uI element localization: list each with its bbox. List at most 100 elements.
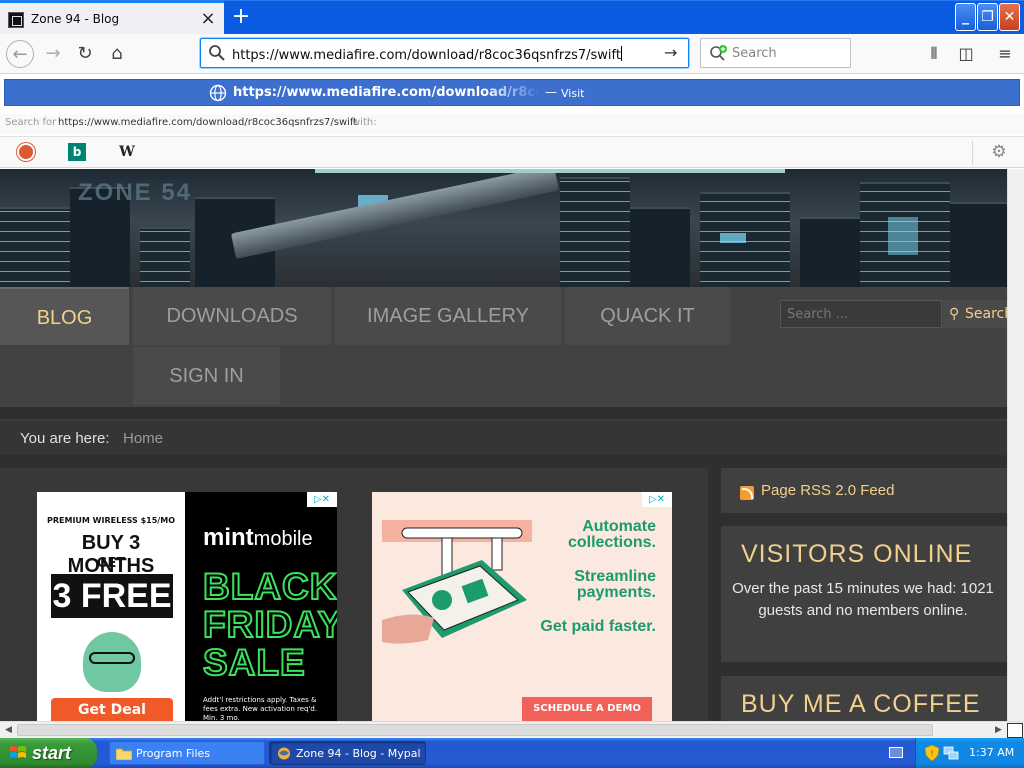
restore-window-button[interactable]: ❐ (977, 3, 998, 31)
home-icon[interactable]: ⌂ (103, 40, 131, 68)
taskbar-item-label: Program Files (136, 747, 211, 760)
nav-item-image-gallery[interactable]: IMAGE GALLERY (335, 287, 561, 345)
svg-text:!: ! (930, 749, 933, 758)
pipes-illustration (382, 520, 532, 644)
start-button[interactable]: start (0, 738, 97, 768)
main-content: PREMIUM WIRELESS $15/MO BUY 3 MONTHS GET… (0, 468, 708, 721)
site-search-placeholder: Search ... (787, 307, 849, 322)
site-search-button[interactable]: ⚲ Search (943, 300, 1007, 328)
ad-fine-print: Addt'l restrictions apply. Taxes & fees … (203, 696, 318, 721)
suggestion-separator: — (545, 85, 557, 99)
magnifier-icon: ⚲ (949, 306, 960, 322)
breadcrumb-home-link[interactable]: Home (123, 430, 163, 447)
search-for-suffix: with: (352, 117, 377, 128)
tab-title: Zone 94 - Blog (31, 12, 120, 26)
site-search-input[interactable]: Search ... (780, 300, 942, 328)
search-bar[interactable]: Search (700, 38, 851, 68)
bing-icon[interactable]: b (68, 143, 86, 161)
schedule-demo-button[interactable]: SCHEDULE A DEMO (522, 697, 652, 721)
automation-ad[interactable]: Automate collections. Streamline payment… (372, 492, 672, 721)
keyboard-icon[interactable] (889, 747, 903, 758)
network-icon[interactable] (943, 745, 959, 761)
new-tab-icon[interactable]: + (229, 5, 253, 29)
security-shield-icon[interactable]: ! (925, 745, 939, 761)
navigation-toolbar: ← → ↻ ⌂ https://www.mediafire.com/downlo… (0, 34, 1024, 74)
nav-item-sign-in[interactable]: SIGN IN (133, 347, 280, 405)
ad-get-text: GET (96, 556, 126, 571)
ad-line-automate: Automate collections. (567, 518, 656, 551)
nav-item-quack-it[interactable]: QUACK IT (565, 287, 730, 345)
nav-item-blog[interactable]: BLOG (0, 287, 129, 345)
visitors-online-title: VISITORS ONLINE (741, 540, 973, 568)
web-page: ZONE 54 BLOG DOWNLOADS IMAGE GALLERY QUA… (0, 169, 1007, 721)
wikipedia-icon[interactable]: W (118, 143, 136, 161)
title-bar: Zone 94 - Blog × + _ ❐ ✕ (0, 0, 1024, 35)
visitors-online-text: Over the past 15 minutes we had: 1021 gu… (732, 580, 994, 619)
sidebar-icon[interactable]: ◫ (956, 44, 976, 64)
sidebar: Page RSS 2.0 Feed VISITORS ONLINE Over t… (709, 468, 1007, 721)
globe-icon (209, 84, 227, 102)
windows-logo-icon (10, 746, 26, 758)
close-tab-icon[interactable]: × (198, 9, 218, 29)
glasses-icon (89, 652, 135, 664)
scroll-left-arrow-icon[interactable]: ◀ (1, 723, 16, 738)
search-for-prefix: Search for (5, 117, 57, 128)
taskbar-item-mypal[interactable]: Zone 94 - Blog - Mypal (269, 741, 426, 765)
url-suggestion-row[interactable]: https://www.mediafire.com/download/r8coc… (4, 79, 1020, 106)
buy-me-a-coffee-title: BUY ME A COFFEE (741, 690, 981, 718)
start-label: start (32, 743, 72, 763)
ad-brand-light: mobile (253, 528, 313, 550)
site-banner: ZONE 54 (0, 169, 1007, 287)
url-bar[interactable]: https://www.mediafire.com/download/r8coc… (200, 38, 689, 68)
system-tray: ! 1:37 AM (889, 738, 1024, 768)
search-engine-add-icon (710, 45, 727, 61)
rss-feed-box: Page RSS 2.0 Feed (721, 468, 1007, 513)
search-icon (209, 45, 225, 61)
go-arrow-icon[interactable]: → (664, 44, 682, 62)
gear-icon[interactable]: ⚙ (989, 142, 1009, 162)
ad-line-streamline: Streamline payments. (574, 568, 656, 601)
ad-line-get-paid: Get paid faster. (540, 618, 656, 635)
search-for-row: Search for https://www.mediafire.com/dow… (0, 114, 1024, 134)
site-search-button-label: Search (965, 306, 1007, 322)
tab-zone94-blog[interactable]: Zone 94 - Blog × (0, 1, 224, 35)
scrollbar-thumb[interactable] (17, 724, 933, 736)
ad-left-panel: PREMIUM WIRELESS $15/MO BUY 3 MONTHS GET… (37, 492, 185, 721)
mint-mobile-ad[interactable]: PREMIUM WIRELESS $15/MO BUY 3 MONTHS GET… (37, 492, 337, 721)
library-icon[interactable]: ⫴ (924, 44, 944, 64)
back-icon[interactable]: ← (6, 40, 34, 68)
duckduckgo-icon[interactable] (17, 143, 35, 161)
site-navigation: BLOG DOWNLOADS IMAGE GALLERY QUACK IT SI… (0, 287, 1007, 407)
close-window-button[interactable]: ✕ (999, 3, 1020, 31)
site-favicon-icon (8, 12, 24, 28)
folder-icon (116, 748, 132, 760)
taskbar: start Program Files Zone 94 - Blog - Myp… (0, 738, 1024, 768)
adchoices-icon[interactable]: ▷✕ (642, 492, 672, 507)
horizontal-scrollbar[interactable]: ◀ ▶ (0, 721, 1024, 738)
hamburger-menu-icon[interactable]: ≡ (995, 44, 1015, 64)
reload-icon[interactable]: ↻ (71, 40, 99, 68)
breadcrumb-label: You are here: (20, 430, 110, 447)
url-input[interactable]: https://www.mediafire.com/download/r8coc… (232, 46, 622, 63)
taskbar-item-program-files[interactable]: Program Files (109, 741, 265, 765)
minimize-window-button[interactable]: _ (955, 3, 976, 31)
vertical-scrollbar[interactable] (1007, 169, 1024, 721)
divider (972, 141, 973, 165)
adchoices-icon[interactable]: ▷✕ (307, 492, 337, 507)
breadcrumb: You are here: Home (0, 419, 1007, 455)
clock: 1:37 AM (969, 746, 1015, 759)
get-deal-button[interactable]: Get Deal (51, 698, 173, 721)
forward-icon[interactable]: → (39, 40, 67, 68)
ad-headline: BUY 3 MONTHS (67, 532, 155, 577)
ad-brand: mintmobile (203, 524, 313, 552)
suggestion-action: Visit (561, 87, 585, 100)
ad-promo-text: PREMIUM WIRELESS $15/MO (47, 516, 175, 525)
nav-item-downloads[interactable]: DOWNLOADS (133, 287, 331, 345)
buy-me-a-coffee-box: BUY ME A COFFEE (721, 676, 1007, 721)
taskbar-item-label: Zone 94 - Blog - Mypal (296, 747, 421, 760)
scroll-right-arrow-icon[interactable]: ▶ (991, 723, 1006, 738)
rss-feed-link[interactable]: Page RSS 2.0 Feed (761, 482, 894, 499)
search-input[interactable]: Search (732, 46, 777, 61)
text-caret (621, 46, 622, 61)
ad-sale-text: BLACK FRIDAY SALE (202, 566, 337, 683)
